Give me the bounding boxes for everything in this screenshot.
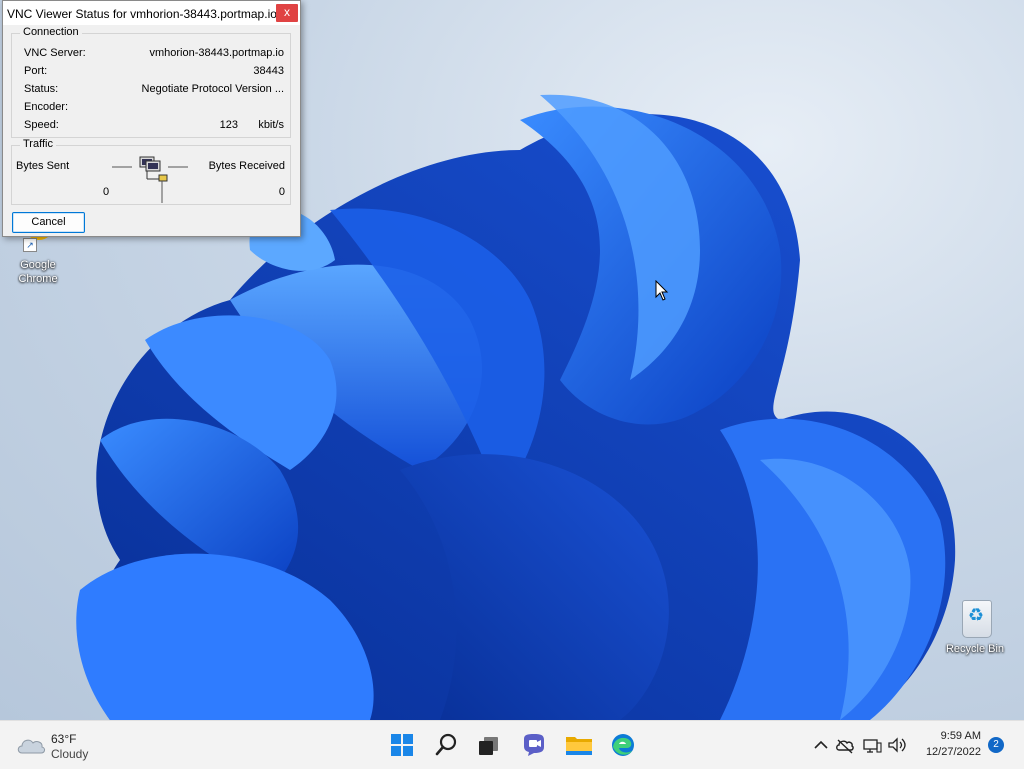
onedrive-button[interactable] <box>835 733 855 757</box>
server-value: vmhorion-38443.portmap.io <box>149 47 284 59</box>
file-explorer-icon <box>566 737 592 755</box>
traffic-legend: Traffic <box>20 138 56 150</box>
server-row: VNC Server: vmhorion-38443.portmap.io <box>24 47 284 61</box>
speed-unit: kbit/s <box>258 119 284 131</box>
cancel-button[interactable]: Cancel <box>12 212 85 233</box>
volume-icon <box>888 737 906 753</box>
port-row: Port: 38443 <box>24 65 284 79</box>
edge-button[interactable] <box>607 729 639 761</box>
encoder-row: Encoder: <box>24 101 284 115</box>
chat-icon <box>524 734 544 756</box>
edge-icon <box>612 734 634 756</box>
start-icon <box>391 734 413 756</box>
desktop-icon-recycle-bin[interactable]: ♻ Recycle Bin <box>943 596 1007 656</box>
mouse-cursor-icon <box>655 280 669 301</box>
dialog-title: VNC Viewer Status for vmhorion-38443.por… <box>7 7 277 21</box>
weather-widget[interactable]: 63°F Cloudy <box>16 729 106 761</box>
cloud-icon <box>17 739 45 754</box>
desktop-icon-label: Recycle Bin <box>945 643 1005 655</box>
show-hidden-icons-button[interactable] <box>811 733 831 757</box>
search-button[interactable] <box>431 729 463 761</box>
volume-button[interactable] <box>886 733 908 757</box>
weather-condition: Cloudy <box>51 747 89 761</box>
speed-label: Speed: <box>24 119 59 131</box>
status-row: Status: Negotiate Protocol Version ... <box>24 83 284 97</box>
clock-time: 9:59 AM <box>940 730 981 742</box>
connection-group: Connection VNC Server: vmhorion-38443.po… <box>11 26 291 138</box>
start-button[interactable] <box>386 729 418 761</box>
task-view-icon <box>479 737 498 755</box>
status-label: Status: <box>24 83 59 95</box>
bytes-received-value: 0 <box>278 186 285 198</box>
weather-temperature: 63°F <box>51 732 77 746</box>
vnc-status-dialog: VNC Viewer Status for vmhorion-38443.por… <box>2 0 301 237</box>
bytes-sent-label: Bytes Sent <box>16 160 70 172</box>
network-activity-icon <box>112 156 188 203</box>
search-icon <box>435 733 457 756</box>
clock-date: 12/27/2022 <box>925 746 981 758</box>
shortcut-arrow-icon: ↗ <box>23 238 37 252</box>
port-label: Port: <box>24 65 48 77</box>
chevron-up-icon <box>814 740 828 749</box>
taskbar: 63°F Cloudy 9:59 AM 12/27/2022 2 <box>0 720 1024 769</box>
network-icon <box>863 739 882 753</box>
traffic-group: Traffic Bytes Sent Bytes Received 0 0 <box>11 138 291 205</box>
server-label: VNC Server: <box>24 47 86 59</box>
encoder-label: Encoder: <box>24 101 69 113</box>
close-button[interactable]: x <box>276 4 298 22</box>
desktop-icon-label: Google Chrome <box>18 259 58 285</box>
speed-value: 123 <box>219 119 238 131</box>
notification-badge[interactable]: 2 <box>988 737 1004 753</box>
network-button[interactable] <box>862 733 882 757</box>
task-view-button[interactable] <box>472 729 504 761</box>
status-value: Negotiate Protocol Version ... <box>141 83 284 95</box>
bytes-received-label: Bytes Received <box>208 160 285 172</box>
connection-legend: Connection <box>20 26 82 38</box>
recycle-bin-icon: ♻ <box>958 596 992 638</box>
cloud-offline-icon <box>836 739 854 754</box>
file-explorer-button[interactable] <box>563 729 595 761</box>
chat-button[interactable] <box>518 729 550 761</box>
speed-row: Speed: 123 kbit/s <box>24 119 284 133</box>
port-value: 38443 <box>253 65 284 77</box>
dialog-titlebar[interactable]: VNC Viewer Status for vmhorion-38443.por… <box>3 1 300 25</box>
bytes-sent-value: 0 <box>103 186 110 198</box>
